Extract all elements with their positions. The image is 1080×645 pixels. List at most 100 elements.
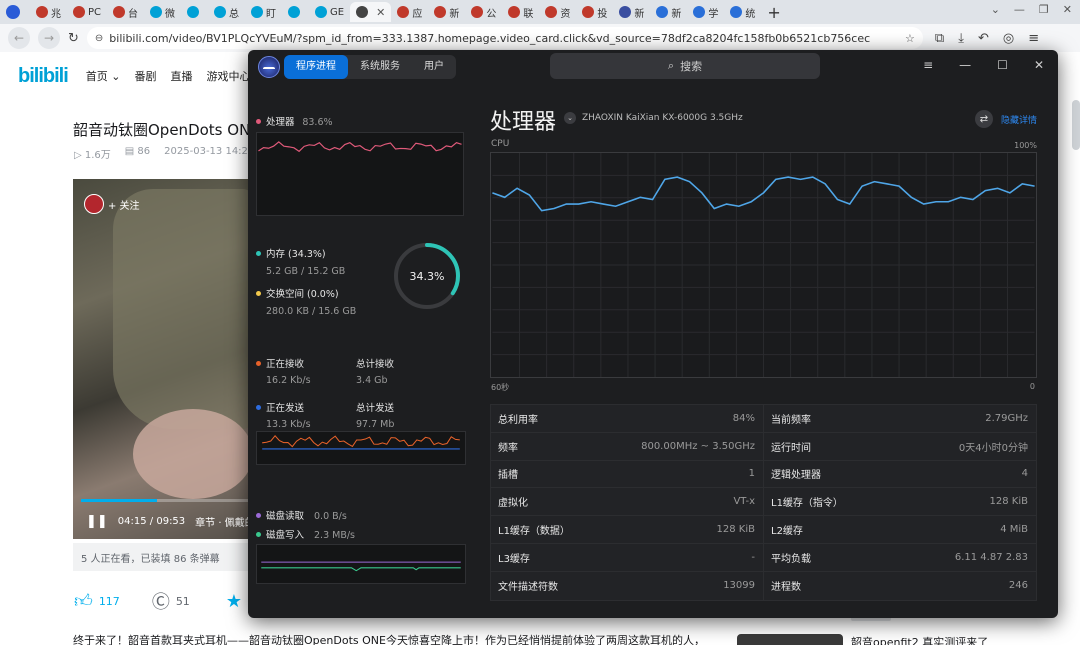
restore-icon[interactable]: ❐ bbox=[1039, 3, 1049, 16]
browser-tab[interactable]: 统 bbox=[724, 2, 761, 22]
cpu-chart-time-label: 60秒 bbox=[491, 383, 510, 392]
toggle-detail-button[interactable]: ⇄ 隐藏详情 bbox=[974, 110, 1037, 128]
forward-button[interactable]: → bbox=[38, 27, 60, 49]
disk-read-label: 磁盘读取 bbox=[266, 511, 305, 522]
recommend-thumbnail[interactable] bbox=[737, 634, 843, 645]
stats-row: 虚拟化 VT-x L1缓存（指令） 128 KiB bbox=[491, 488, 1036, 517]
browser-tab[interactable]: ✕ bbox=[350, 2, 392, 22]
video-progress-fill bbox=[81, 499, 157, 502]
swap-view-icon[interactable]: ⇄ bbox=[974, 110, 993, 128]
browser-tab[interactable]: 兆 bbox=[30, 2, 67, 22]
uploader-avatar[interactable] bbox=[84, 194, 104, 214]
tab-close-icon[interactable]: ✕ bbox=[376, 6, 385, 19]
recommend-title[interactable]: 韶音openfit2 真实测评来了 bbox=[851, 634, 988, 645]
browser-tab[interactable]: 新 bbox=[613, 2, 650, 22]
tab-favicon-icon bbox=[187, 6, 200, 18]
extensions-icon[interactable]: ⧉ bbox=[935, 31, 944, 46]
tab-favicon-icon bbox=[73, 6, 85, 18]
browser-tab[interactable]: 学 bbox=[687, 2, 724, 22]
browser-tab[interactable]: 新 bbox=[650, 2, 687, 22]
stat-key: 总利用率 bbox=[498, 414, 538, 426]
monitor-tabs: 程序进程 系统服务 用户 bbox=[284, 55, 456, 79]
monitor-maximize-icon[interactable]: ☐ bbox=[997, 58, 1008, 72]
browser-tab[interactable]: 台 bbox=[107, 2, 144, 22]
stats-row: 总利用率 84% 当前频率 2.79GHz bbox=[491, 405, 1036, 433]
monitor-tab-2[interactable]: 用户 bbox=[412, 55, 456, 79]
disk-summary[interactable]: 磁盘读取 0.0 B/s 磁盘写入 2.3 MB/s bbox=[256, 508, 355, 541]
browser-tab[interactable]: 应 bbox=[391, 2, 428, 22]
bilibili-logo[interactable]: bilibili bbox=[18, 65, 69, 88]
video-progress-bar[interactable] bbox=[81, 499, 249, 502]
swap-label: 交换空间 (0.0%) bbox=[266, 289, 339, 300]
tab-search-icon[interactable]: ⌄ bbox=[991, 3, 1000, 16]
browser-tab[interactable]: PC bbox=[67, 2, 107, 22]
favorite-star-icon[interactable]: ★ bbox=[226, 591, 242, 612]
chapter-label[interactable]: 章节 · 佩戴的 bbox=[195, 514, 255, 529]
pause-icon[interactable]: ❚❚ bbox=[86, 514, 108, 529]
memory-summary[interactable]: 内存 (34.3%) 5.2 GB / 15.2 GB 交换空间 (0.0%) … bbox=[256, 246, 356, 317]
network-summary[interactable]: 正在接收 16.2 Kb/s 总计接收 3.4 Gb 正在发送 13.3 Kb/… bbox=[256, 356, 394, 430]
bili-nav-item[interactable]: 直播 bbox=[171, 68, 193, 84]
tab-label: 学 bbox=[708, 8, 719, 20]
back-button[interactable]: ← bbox=[8, 27, 30, 49]
monitor-minimize-icon[interactable]: — bbox=[959, 58, 971, 72]
tab-label: 公 bbox=[486, 8, 497, 20]
monitor-search-input[interactable]: ⌕ 搜索 bbox=[550, 53, 820, 79]
video-player[interactable] bbox=[73, 179, 253, 539]
minimize-icon[interactable]: — bbox=[1014, 3, 1025, 16]
browser-tab[interactable]: 总 bbox=[208, 2, 245, 22]
tab-favicon-icon bbox=[730, 6, 743, 18]
stats-cell: 文件描述符数 13099 bbox=[491, 571, 764, 600]
browser-tab[interactable]: 盯 bbox=[245, 2, 282, 22]
coin-icon[interactable]: Ⓒ bbox=[152, 588, 170, 614]
monitor-tab-1[interactable]: 系统服务 bbox=[348, 55, 412, 79]
browser-logo-icon[interactable] bbox=[6, 5, 20, 19]
browser-tab[interactable]: 投 bbox=[576, 2, 613, 22]
menu-icon[interactable]: ≡ bbox=[1028, 31, 1039, 46]
download-icon[interactable]: ⤓ bbox=[958, 31, 964, 46]
cpu-model-selector[interactable]: ⌄ ZHAOXIN KaiXian KX-6000G 3.5GHz bbox=[564, 112, 743, 124]
tab-label: 统 bbox=[745, 8, 756, 20]
cpu-summary[interactable]: 处理器 83.6% bbox=[256, 114, 333, 128]
cpu-legend-dot bbox=[256, 119, 261, 124]
network-mini-chart[interactable] bbox=[256, 431, 466, 465]
browser-tab[interactable]: 新 bbox=[428, 2, 465, 22]
monitor-tab-0[interactable]: 程序进程 bbox=[284, 55, 348, 79]
browser-tab[interactable] bbox=[181, 2, 208, 22]
tab-favicon-icon bbox=[397, 6, 410, 18]
browser-tab[interactable] bbox=[282, 2, 309, 22]
browser-tab[interactable]: 联 bbox=[502, 2, 539, 22]
url-field[interactable]: ⊖ bilibili.com/video/BV1PLQcYVEuM/?spm_i… bbox=[86, 27, 923, 49]
bili-nav-item[interactable]: 首页 ⌄ bbox=[86, 68, 121, 84]
cpu-mini-chart[interactable] bbox=[256, 132, 464, 216]
tab-favicon-icon bbox=[582, 6, 595, 18]
browser-tab[interactable]: 微 bbox=[144, 2, 181, 22]
like-icon[interactable]: 👍︎ bbox=[74, 590, 93, 612]
stat-key: 虚拟化 bbox=[498, 498, 528, 510]
follow-button[interactable]: + 关注 bbox=[108, 197, 140, 212]
bookmark-star-icon[interactable]: ☆ bbox=[905, 32, 915, 45]
account-icon[interactable]: ◎ bbox=[1003, 31, 1014, 46]
new-tab-button[interactable]: + bbox=[767, 3, 780, 22]
browser-tab[interactable]: 资 bbox=[539, 2, 576, 22]
cpu-usage-chart[interactable] bbox=[490, 152, 1037, 378]
stats-row: 频率 800.00MHz ~ 3.50GHz 运行时间 0天4小时0分钟 bbox=[491, 432, 1036, 461]
close-icon[interactable]: ✕ bbox=[1063, 3, 1072, 16]
bili-nav-item[interactable]: 番剧 bbox=[135, 68, 157, 84]
bili-nav-item[interactable]: 游戏中心 bbox=[207, 68, 251, 84]
page-scrollbar[interactable] bbox=[1072, 100, 1080, 150]
disk-mini-chart[interactable] bbox=[256, 544, 466, 584]
stat-value: 0天4小时0分钟 bbox=[958, 442, 1028, 454]
monitor-menu-icon[interactable]: ≡ bbox=[923, 58, 933, 72]
monitor-close-icon[interactable]: ✕ bbox=[1034, 58, 1044, 72]
url-text[interactable]: bilibili.com/video/BV1PLQcYVEuM/?spm_id_… bbox=[109, 32, 870, 45]
browser-tab[interactable]: 公 bbox=[465, 2, 502, 22]
browser-tab[interactable]: GE bbox=[309, 2, 350, 22]
tab-favicon-icon bbox=[36, 6, 48, 18]
site-info-icon[interactable]: ⊖ bbox=[95, 33, 103, 44]
cpu-usage-value: 83.6% bbox=[302, 117, 333, 128]
chevron-down-icon[interactable]: ⌄ bbox=[564, 112, 576, 124]
reload-icon[interactable]: ↻ bbox=[68, 31, 79, 46]
history-icon[interactable]: ↶ bbox=[978, 31, 989, 46]
toggle-detail-label[interactable]: 隐藏详情 bbox=[1001, 113, 1037, 126]
